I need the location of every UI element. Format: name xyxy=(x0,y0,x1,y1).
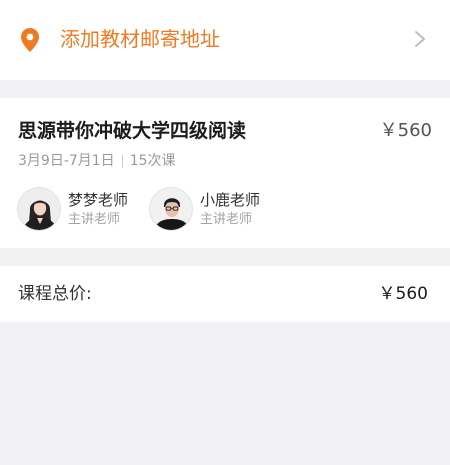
avatar-female-icon xyxy=(18,188,60,230)
meta-divider xyxy=(121,154,123,168)
course-lesson-count: 15次课 xyxy=(129,153,176,169)
order-page: 添加教材邮寄地址 思源带你冲破大学四级阅读 ￥560 3月9日-7月1日 15次… xyxy=(0,0,450,465)
teacher-name: 小鹿老师 xyxy=(200,191,261,209)
course-price: ￥560 xyxy=(379,120,432,141)
course-title: 思源带你冲破大学四级阅读 xyxy=(18,120,247,142)
course-card: 思源带你冲破大学四级阅读 ￥560 3月9日-7月1日 15次课 梦梦老师 主讲… xyxy=(0,98,450,248)
course-meta: 3月9日-7月1日 15次课 xyxy=(18,151,176,171)
teacher-avatar xyxy=(149,187,193,231)
add-address-label: 添加教材邮寄地址 xyxy=(60,27,220,51)
total-price-value: ￥560 xyxy=(378,284,428,304)
teacher-role: 主讲老师 xyxy=(200,212,253,227)
total-price-row: 课程总价: ￥560 xyxy=(0,266,450,322)
course-date-range: 3月9日-7月1日 xyxy=(18,153,115,169)
total-price-label: 课程总价: xyxy=(18,284,92,304)
chevron-right-icon xyxy=(415,31,425,47)
teacher-name: 梦梦老师 xyxy=(68,191,129,209)
add-address-row[interactable]: 添加教材邮寄地址 xyxy=(0,0,450,80)
teacher-avatar xyxy=(17,187,61,231)
avatar-male-icon xyxy=(150,188,192,230)
teacher-role: 主讲老师 xyxy=(68,212,121,227)
location-pin-icon xyxy=(21,28,39,52)
